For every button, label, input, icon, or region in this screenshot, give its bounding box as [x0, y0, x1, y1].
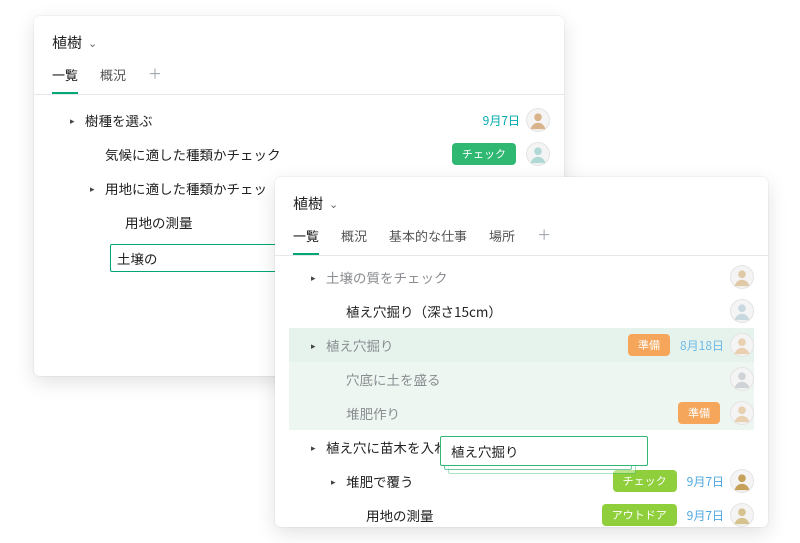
avatar[interactable]	[730, 265, 754, 289]
disclosure-triangle-icon[interactable]: ▸	[311, 271, 320, 284]
card-title-row: 植樹 ⌄	[275, 177, 768, 220]
card-planting-b: 植樹 ⌄ 一覧概況基本的な仕事場所＋ 植え穴掘り ▸土壌の質をチェック▸植え穴掘…	[275, 177, 768, 527]
avatar[interactable]	[730, 469, 754, 493]
tabs: 一覧概況 ＋	[34, 59, 564, 95]
status-tag[interactable]: 準備	[628, 334, 670, 356]
task-label: 堆肥作り	[346, 403, 400, 423]
task-label: 樹種を選ぶ	[85, 110, 153, 130]
task-label: 穴底に土を盛る	[346, 369, 441, 389]
card-title-row: 植樹 ⌄	[34, 16, 564, 59]
task-row[interactable]: ▸ 植え穴掘り 準備 8月18日	[289, 328, 754, 362]
avatar[interactable]	[730, 503, 754, 527]
disclosure-triangle-icon[interactable]: ▸	[70, 114, 79, 127]
tab-0[interactable]: 一覧	[52, 59, 78, 94]
tabs: 一覧概況基本的な仕事場所 ＋	[275, 220, 768, 256]
task-row[interactable]: ▸植え穴掘り（深さ15cm）	[289, 294, 754, 328]
task-row[interactable]: ▸穴底に土を盛る	[289, 362, 754, 396]
chevron-down-icon[interactable]: ⌄	[88, 35, 97, 51]
due-date[interactable]: 9月7日	[687, 507, 724, 524]
due-date[interactable]: 8月18日	[680, 337, 724, 354]
task-label: 用地の測量	[125, 212, 193, 232]
add-tab-button[interactable]: ＋	[537, 221, 551, 255]
task-label: 用地に適した種類かチェッ	[105, 178, 267, 198]
task-row[interactable]: ▸ 樹種を選ぶ 9月7日	[48, 103, 550, 137]
drag-card[interactable]: 植え穴掘り	[440, 436, 648, 466]
avatar[interactable]	[730, 367, 754, 391]
task-list: 植え穴掘り ▸土壌の質をチェック▸植え穴掘り（深さ15cm）▸植え穴掘り準備8月…	[275, 256, 768, 543]
status-tag[interactable]: 準備	[678, 402, 720, 424]
avatar[interactable]	[730, 401, 754, 425]
task-row[interactable]: ▸気候に適した種類かチェックチェック	[48, 137, 550, 171]
drag-label: 植え穴掘り	[451, 441, 519, 461]
avatar[interactable]	[526, 142, 550, 166]
status-tag[interactable]: アウトドア	[602, 504, 677, 526]
disclosure-triangle-icon[interactable]: ▸	[331, 475, 340, 488]
task-label: 気候に適した種類かチェック	[105, 144, 281, 164]
avatar[interactable]	[730, 299, 754, 323]
card-title[interactable]: 植樹	[52, 32, 82, 53]
task-label: 土壌の質をチェック	[326, 267, 448, 287]
task-row[interactable]: ▸堆肥作り準備	[289, 396, 754, 430]
avatar[interactable]	[730, 333, 754, 357]
add-tab-button[interactable]: ＋	[148, 60, 162, 94]
due-date[interactable]: 9月7日	[483, 112, 520, 129]
task-label: 植え穴掘り（深さ15cm）	[346, 301, 502, 321]
task-row[interactable]: ▸用地の測量アウトドア9月7日	[289, 498, 754, 532]
avatar[interactable]	[526, 108, 550, 132]
task-label: 用地の測量	[366, 505, 434, 525]
disclosure-triangle-icon[interactable]: ▸	[311, 339, 320, 352]
task-row[interactable]: ▸ 土壌の質をチェック	[289, 260, 754, 294]
card-title[interactable]: 植樹	[293, 193, 323, 214]
task-label: 堆肥で覆う	[346, 471, 414, 491]
disclosure-triangle-icon[interactable]: ▸	[311, 441, 320, 454]
due-date[interactable]: 9月7日	[687, 473, 724, 490]
tab-1[interactable]: 概況	[341, 220, 367, 255]
tab-2[interactable]: 基本的な仕事	[389, 220, 467, 255]
chevron-down-icon[interactable]: ⌄	[329, 196, 338, 212]
status-tag[interactable]: チェック	[452, 143, 516, 165]
tab-0[interactable]: 一覧	[293, 220, 319, 255]
disclosure-triangle-icon[interactable]: ▸	[90, 182, 99, 195]
task-label: 植え穴掘り	[326, 335, 394, 355]
tab-1[interactable]: 概況	[100, 59, 126, 94]
tab-3[interactable]: 場所	[489, 220, 515, 255]
